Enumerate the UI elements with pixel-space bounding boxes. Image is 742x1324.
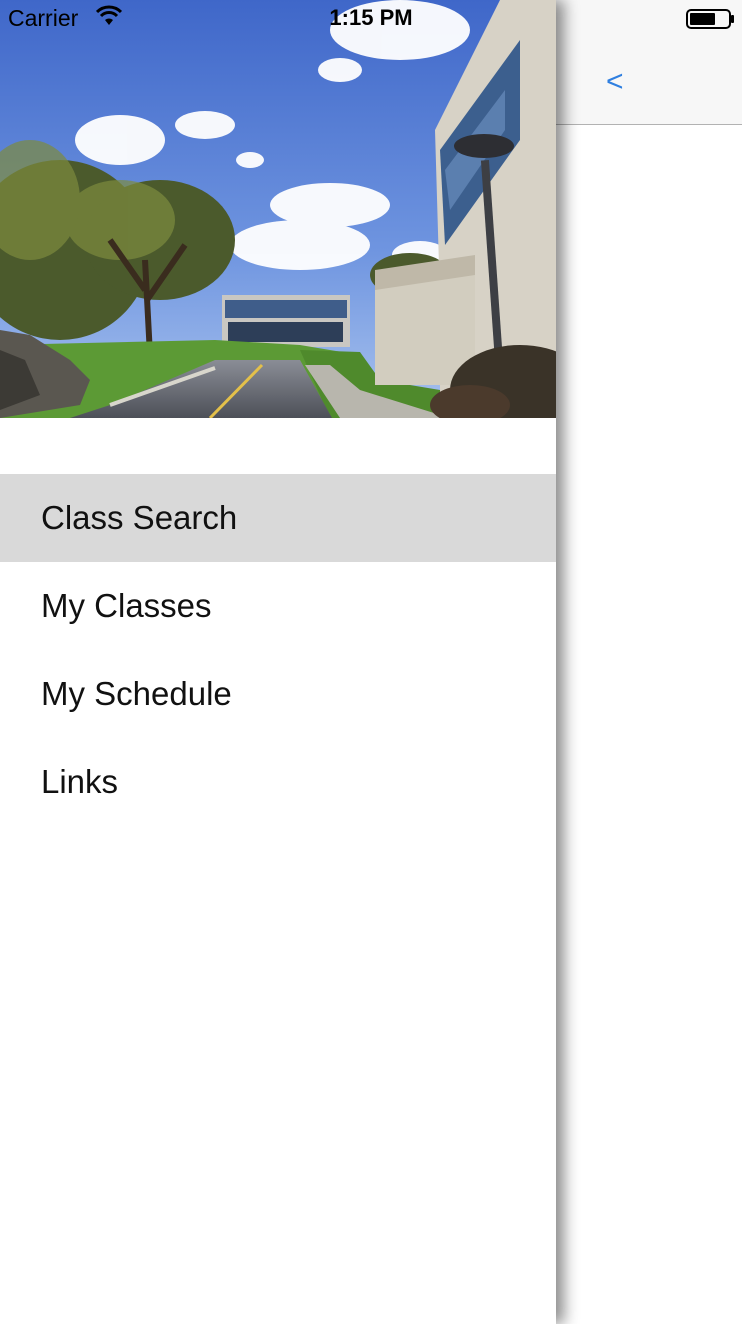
side-drawer: Class Search My Classes My Schedule Link… — [0, 0, 556, 1324]
menu-item-label: My Schedule — [41, 675, 232, 712]
back-button[interactable]: < — [606, 62, 624, 102]
side-menu: Class Search My Classes My Schedule Link… — [0, 474, 556, 826]
battery-icon — [686, 8, 736, 35]
menu-item-my-classes[interactable]: My Classes — [0, 562, 556, 650]
menu-item-my-schedule[interactable]: My Schedule — [0, 650, 556, 738]
menu-item-class-search[interactable]: Class Search — [0, 474, 556, 562]
menu-item-links[interactable]: Links — [0, 738, 556, 826]
menu-item-label: Links — [41, 763, 119, 800]
menu-item-label: My Classes — [41, 587, 212, 624]
status-time: 1:15 PM — [329, 5, 413, 30]
menu-item-label: Class Search — [41, 499, 238, 536]
status-bar: Carrier 1:15 PM — [0, 0, 742, 40]
campus-hero-image — [0, 0, 556, 418]
